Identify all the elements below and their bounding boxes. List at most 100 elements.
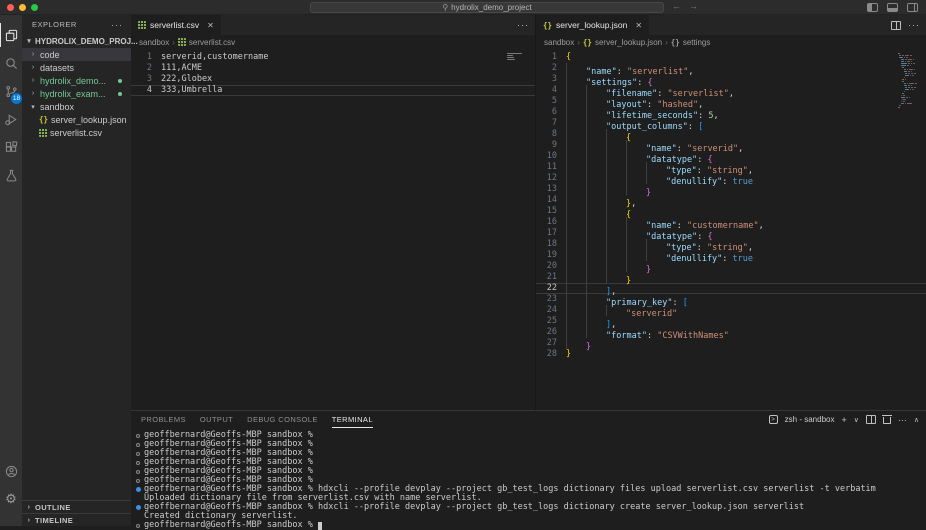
command-decoration-idle-icon[interactable] — [136, 433, 140, 438]
json-file-icon: {} — [39, 115, 49, 124]
indent-guide — [626, 239, 646, 250]
explorer-more-actions-icon[interactable]: ··· — [111, 20, 123, 30]
tree-item-code[interactable]: › code — [22, 48, 131, 61]
toggle-sidebar-icon[interactable] — [867, 3, 878, 12]
panel-tab-debug-console[interactable]: DEBUG CONSOLE — [247, 411, 318, 428]
line-number: 3 — [146, 74, 152, 84]
minimap-right[interactable] — [898, 52, 924, 108]
breadcrumb-separator: › — [172, 37, 175, 47]
command-decoration-success-icon[interactable] — [136, 487, 141, 492]
panel-more-actions-icon[interactable]: ··· — [898, 415, 907, 425]
line-text: "output_columns": [ — [566, 118, 703, 132]
indent-guide — [646, 250, 666, 261]
breadcrumb-item[interactable]: sandbox — [139, 38, 169, 47]
tree-item-serverlist-csv[interactable]: serverlist.csv — [22, 126, 131, 139]
indent-guide — [566, 140, 586, 151]
line-number: 11 — [546, 162, 557, 172]
breadcrumb-item[interactable]: server_lookup.json — [595, 38, 662, 47]
sidebar-title: EXPLORER — [32, 20, 77, 29]
chevron-right-icon: › — [27, 516, 31, 524]
panel-tab-terminal[interactable]: TERMINAL — [331, 411, 373, 428]
breadcrumb-item[interactable]: sandbox — [544, 38, 574, 47]
sidebar-section-outline[interactable]: › OUTLINE — [22, 500, 131, 513]
line-number: 2 — [551, 63, 557, 73]
command-decoration-idle-icon[interactable] — [136, 442, 140, 447]
tree-item-sandbox[interactable]: ▾ sandbox — [22, 100, 131, 113]
close-tab-icon[interactable]: ✕ — [207, 21, 214, 30]
settings-gear-icon[interactable]: ⚙ — [0, 487, 22, 511]
terminal-shell-icon: > — [768, 415, 778, 424]
code-line: 3 "settings": { — [536, 74, 926, 88]
panel-tab-output[interactable]: OUTPUT — [200, 411, 233, 428]
close-tab-icon[interactable]: ✕ — [635, 21, 642, 30]
indent-guide — [566, 85, 586, 96]
split-editor-icon[interactable] — [891, 20, 901, 30]
editor-more-actions-icon[interactable]: ··· — [517, 20, 529, 30]
csv-editor[interactable]: 1 serverid,customername 2 111,ACME 3 222,Glob… — [131, 49, 535, 410]
indent-guide — [586, 305, 606, 316]
indent-guide — [586, 261, 606, 272]
terminal-content[interactable]: geoffbernard@Geoffs-MBP sandbox % geoffbe… — [131, 428, 926, 530]
line-text: "filename": "serverlist", — [566, 85, 734, 99]
workspace-root-folder[interactable]: ▾ HYDROLIX_DEMO_PROJ... — [22, 34, 137, 48]
close-window-button[interactable] — [7, 4, 14, 11]
tab-server-lookup-json[interactable]: {} server_lookup.json ✕ — [536, 15, 650, 35]
code-line: 24 "serverid" — [536, 305, 926, 319]
indent-guide — [566, 206, 586, 217]
editor-group-right: {} server_lookup.json ✕ ··· sandbox ›{} se… — [536, 15, 926, 410]
bottom-panel: PROBLEMS OUTPUT DEBUG CONSOLE TERMINAL > zs… — [131, 410, 926, 530]
sidebar-section-timeline[interactable]: › TIMELINE — [22, 513, 131, 526]
breadcrumb-left[interactable]: sandbox › serverlist.csv — [131, 35, 535, 49]
run-debug-icon[interactable] — [0, 107, 22, 131]
split-terminal-icon[interactable] — [865, 415, 876, 424]
breadcrumb-item[interactable]: settings — [683, 38, 711, 47]
tree-item-hydrolix-exam[interactable]: › hydrolix_exam... — [22, 87, 131, 100]
tab-serverlist-csv[interactable]: serverlist.csv ✕ — [131, 15, 221, 35]
new-terminal-icon[interactable]: + — [841, 415, 846, 425]
csv-file-icon — [177, 38, 186, 46]
line-number: 13 — [546, 184, 557, 194]
tree-item-server-lookup-json[interactable]: {} server_lookup.json — [22, 113, 131, 126]
indent-guide — [586, 239, 606, 250]
indent-guide — [606, 272, 626, 283]
sidebar-section-label: TIMELINE — [35, 515, 74, 525]
line-number: 7 — [551, 118, 557, 128]
indent-guide — [646, 162, 666, 173]
search-view-icon[interactable] — [0, 51, 22, 75]
toggle-secondary-sidebar-icon[interactable] — [907, 3, 918, 12]
toggle-panel-icon[interactable] — [887, 3, 898, 12]
json-editor[interactable]: 1{2 "name": "serverlist", 3 "settings": {4 "… — [536, 49, 926, 410]
minimap-left[interactable] — [507, 52, 533, 60]
extensions-icon[interactable] — [0, 135, 22, 159]
panel-tab-problems[interactable]: PROBLEMS — [141, 411, 186, 428]
terminal-instance-label[interactable]: zsh - sandbox — [785, 415, 835, 424]
minimize-window-button[interactable] — [19, 4, 26, 11]
command-decoration-success-icon[interactable] — [136, 505, 141, 510]
tree-item-hydrolix-demo[interactable]: › hydrolix_demo... — [22, 74, 131, 87]
code-line: 3 222,Globex — [131, 74, 535, 85]
zoom-window-button[interactable] — [31, 4, 38, 11]
command-decoration-idle-icon[interactable] — [136, 478, 140, 483]
breadcrumb-item[interactable]: serverlist.csv — [189, 38, 235, 47]
terminal-dropdown-icon[interactable]: ∨ — [854, 416, 859, 424]
editor-more-actions-icon[interactable]: ··· — [908, 20, 920, 30]
forward-icon[interactable]: → — [689, 1, 706, 11]
explorer-icon[interactable] — [0, 23, 22, 47]
command-decoration-idle-icon[interactable] — [136, 460, 140, 465]
indent-guide — [626, 261, 646, 272]
command-center-search[interactable]: ⚲ hydrolix_demo_project — [310, 2, 664, 13]
indent-guide — [606, 140, 626, 151]
source-control-icon[interactable]: 18 — [0, 79, 22, 104]
kill-terminal-icon[interactable] — [881, 415, 892, 424]
command-decoration-idle-icon[interactable] — [136, 451, 140, 456]
indent-guide — [566, 272, 586, 283]
maximize-panel-icon[interactable]: ∧ — [914, 416, 919, 424]
tree-item-datasets[interactable]: › datasets — [22, 61, 131, 74]
back-icon[interactable]: ← — [672, 1, 689, 11]
line-text: "settings": { — [566, 74, 653, 88]
command-decoration-idle-icon[interactable] — [136, 469, 140, 474]
indent-guide — [566, 184, 586, 195]
breadcrumb-right[interactable]: sandbox ›{} server_lookup.json ›{} settings — [536, 35, 926, 49]
testing-icon[interactable] — [0, 163, 22, 187]
accounts-icon[interactable] — [0, 459, 22, 483]
